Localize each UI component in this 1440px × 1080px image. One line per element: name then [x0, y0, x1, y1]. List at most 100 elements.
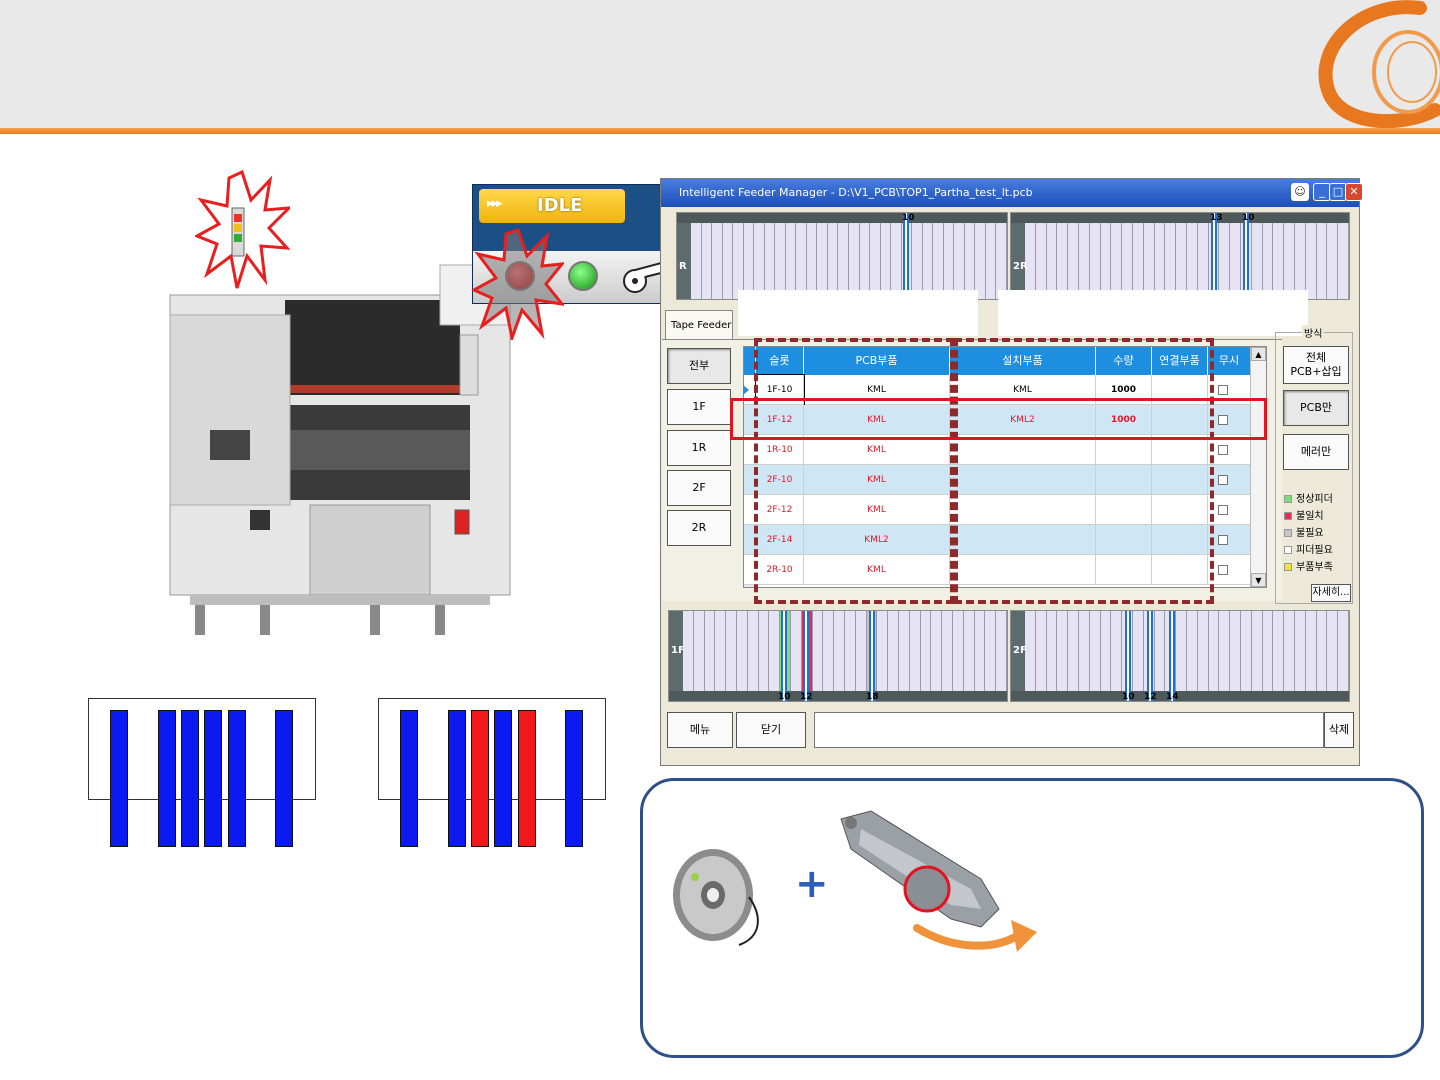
ignore-checkbox[interactable]	[1218, 565, 1228, 575]
feeder-slot[interactable]	[859, 213, 871, 299]
selected-slot-marker[interactable]	[1125, 611, 1131, 701]
feeder-slot[interactable]	[1187, 611, 1198, 701]
side-button-1r[interactable]: 1R	[667, 430, 731, 466]
feeder-slot[interactable]	[912, 213, 923, 299]
feeder-slot[interactable]	[1295, 213, 1306, 299]
feeder-slot[interactable]	[817, 213, 828, 299]
feeder-slot[interactable]	[953, 611, 964, 701]
feeder-slot[interactable]	[737, 611, 748, 701]
feeder-slot[interactable]	[834, 611, 845, 701]
feeder-slot[interactable]	[1133, 611, 1144, 701]
menu-button[interactable]: 메뉴	[667, 712, 733, 748]
feeder-slot[interactable]	[747, 611, 759, 701]
feeder-slot[interactable]	[796, 213, 807, 299]
feeder-slot[interactable]	[1230, 213, 1241, 299]
feeder-slot[interactable]	[849, 213, 860, 299]
feeder-slot[interactable]	[1025, 213, 1036, 299]
feeder-slot[interactable]	[827, 213, 839, 299]
feeder-slot[interactable]	[933, 213, 944, 299]
feeder-slot[interactable]	[1089, 213, 1101, 299]
feeder-slot[interactable]	[1068, 213, 1079, 299]
feeder-slot[interactable]	[823, 611, 835, 701]
tab-tape-feeder[interactable]: Tape Feeder	[665, 310, 733, 340]
feeder-slot[interactable]	[1219, 213, 1231, 299]
feeder-slot[interactable]	[683, 611, 694, 701]
feeder-slot[interactable]	[1154, 213, 1166, 299]
mode-button-feeder-only[interactable]: 메러만	[1283, 434, 1349, 470]
feeder-slot[interactable]	[1284, 611, 1295, 701]
front-feeder-strip-1[interactable]: 1F 10 12 18	[668, 610, 1008, 702]
feeder-slot[interactable]	[1338, 611, 1349, 701]
feeder-slot[interactable]	[845, 611, 856, 701]
feeder-slot[interactable]	[764, 213, 776, 299]
feeder-slot[interactable]	[922, 213, 934, 299]
feeder-slot[interactable]	[1305, 611, 1317, 701]
feeder-slot[interactable]	[891, 213, 902, 299]
feeder-slot[interactable]	[1046, 213, 1058, 299]
feeder-slot[interactable]	[722, 213, 734, 299]
selected-slot-marker[interactable]	[1211, 213, 1217, 299]
feeder-slot[interactable]	[942, 611, 953, 701]
scroll-up-icon[interactable]: ▲	[1251, 347, 1266, 361]
side-button-1f[interactable]: 1F	[667, 389, 731, 425]
selected-slot-marker[interactable]	[903, 213, 909, 299]
feeder-slot[interactable]	[931, 611, 943, 701]
feeder-slot[interactable]	[754, 213, 765, 299]
ignore-checkbox[interactable]	[1218, 475, 1228, 485]
feeder-slot[interactable]	[758, 611, 770, 701]
selected-slot-marker[interactable]	[869, 611, 875, 701]
feeder-slot[interactable]	[1327, 611, 1339, 701]
feeder-slot[interactable]	[1079, 611, 1090, 701]
selected-slot-marker[interactable]	[803, 611, 809, 701]
ignore-checkbox[interactable]	[1218, 535, 1228, 545]
rear-feeder-strip-2[interactable]: 2R 13 10	[1010, 212, 1350, 300]
feeder-slot[interactable]	[726, 611, 737, 701]
side-button-all[interactable]: 전부	[667, 348, 731, 384]
feeder-slot[interactable]	[1035, 611, 1047, 701]
feeder-slot[interactable]	[775, 213, 786, 299]
column-header-ignore[interactable]: 무시	[1208, 347, 1251, 375]
feeder-slot[interactable]	[1316, 213, 1328, 299]
feeder-slot[interactable]	[1122, 213, 1133, 299]
feeder-slot[interactable]	[1100, 611, 1112, 701]
feeder-slot[interactable]	[1219, 611, 1231, 701]
feeder-slot[interactable]	[1057, 213, 1069, 299]
start-lamp-icon[interactable]	[568, 261, 598, 291]
feeder-slot[interactable]	[909, 611, 921, 701]
feeder-slot[interactable]	[1046, 611, 1058, 701]
delete-button[interactable]: 삭제	[1324, 712, 1354, 748]
selected-slot-marker[interactable]	[1243, 213, 1249, 299]
feeder-slot[interactable]	[985, 213, 997, 299]
mode-button-all-pcb-insert[interactable]: 전체 PCB+삽입	[1283, 346, 1349, 384]
feeder-slot[interactable]	[733, 213, 744, 299]
feeder-slot[interactable]	[963, 611, 975, 701]
feeder-slot[interactable]	[1251, 213, 1263, 299]
feeder-slot[interactable]	[1079, 213, 1090, 299]
feeder-slot[interactable]	[1327, 213, 1339, 299]
window-titlebar[interactable]: Intelligent Feeder Manager - D:\V1_PCB\T…	[661, 179, 1363, 207]
feeder-slot[interactable]	[1273, 611, 1285, 701]
feeder-slot[interactable]	[691, 213, 702, 299]
rear-feeder-strip-1[interactable]: R 10	[676, 212, 1008, 300]
feeder-slot[interactable]	[1100, 213, 1112, 299]
feeder-slot[interactable]	[1035, 213, 1047, 299]
feeder-slot[interactable]	[1316, 611, 1328, 701]
feeder-slot[interactable]	[1187, 213, 1198, 299]
feeder-slot[interactable]	[1057, 611, 1069, 701]
feeder-slot[interactable]	[1154, 611, 1166, 701]
feeder-slot[interactable]	[1208, 611, 1220, 701]
feeder-slot[interactable]	[1025, 611, 1036, 701]
feeder-slot[interactable]	[785, 213, 797, 299]
feeder-slot[interactable]	[1133, 213, 1144, 299]
table-scrollbar[interactable]: ▲ ▼	[1250, 347, 1266, 587]
scroll-down-icon[interactable]: ▼	[1251, 573, 1266, 587]
feeder-slot[interactable]	[943, 213, 955, 299]
feeder-slot[interactable]	[920, 611, 932, 701]
message-field[interactable]	[814, 712, 1324, 748]
feeder-slot[interactable]	[1089, 611, 1101, 701]
feeder-slot[interactable]	[954, 213, 965, 299]
feeder-slot[interactable]	[1273, 213, 1285, 299]
feeder-slot[interactable]	[791, 611, 802, 701]
feeder-slot[interactable]	[870, 213, 881, 299]
selected-slot-marker[interactable]	[1147, 611, 1153, 701]
